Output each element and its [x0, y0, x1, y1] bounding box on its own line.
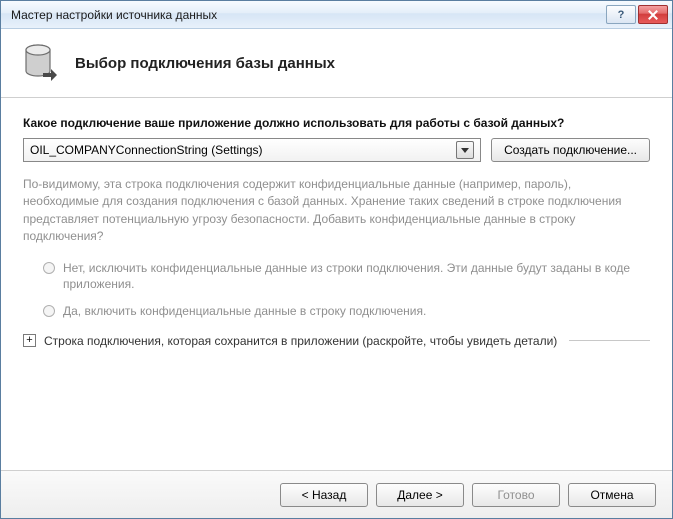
connection-question: Какое подключение ваше приложение должно… — [23, 116, 650, 130]
cancel-button[interactable]: Отмена — [568, 483, 656, 507]
finish-label: Готово — [497, 488, 534, 502]
back-label: < Назад — [302, 488, 347, 502]
close-icon — [648, 10, 658, 20]
connection-dropdown[interactable]: OIL_COMPANYConnectionString (Settings) — [23, 138, 481, 162]
radio-include-row: Да, включить конфиденциальные данные в с… — [43, 303, 650, 320]
expander-divider — [569, 340, 650, 341]
wizard-header: Выбор подключения базы данных — [1, 29, 672, 98]
plus-icon: + — [26, 335, 32, 346]
next-label: Далее > — [397, 488, 443, 502]
expander-toggle[interactable]: + — [23, 334, 36, 347]
titlebar-buttons: ? — [606, 5, 668, 24]
close-button[interactable] — [638, 5, 668, 24]
chevron-down-icon — [461, 148, 469, 153]
titlebar: Мастер настройки источника данных ? — [1, 1, 672, 29]
connection-dropdown-value: OIL_COMPANYConnectionString (Settings) — [30, 143, 456, 157]
help-button[interactable]: ? — [606, 5, 636, 24]
new-connection-label: Создать подключение... — [504, 143, 637, 157]
radio-exclude-row: Нет, исключить конфиденциальные данные и… — [43, 260, 650, 294]
radio-include[interactable] — [43, 305, 55, 317]
dropdown-arrow-button[interactable] — [456, 141, 474, 159]
radio-include-label: Да, включить конфиденциальные данные в с… — [63, 303, 426, 320]
finish-button: Готово — [472, 483, 560, 507]
cancel-label: Отмена — [590, 488, 633, 502]
next-button[interactable]: Далее > — [376, 483, 464, 507]
expander-label: Строка подключения, которая сохранится в… — [44, 334, 557, 348]
database-icon — [23, 43, 59, 83]
wizard-footer: < Назад Далее > Готово Отмена — [1, 470, 672, 518]
back-button[interactable]: < Назад — [280, 483, 368, 507]
connection-row: OIL_COMPANYConnectionString (Settings) С… — [23, 138, 650, 162]
help-icon: ? — [618, 9, 625, 21]
radio-exclude-label: Нет, исключить конфиденциальные данные и… — [63, 260, 650, 294]
page-title: Выбор подключения базы данных — [75, 55, 335, 72]
window-title: Мастер настройки источника данных — [11, 8, 606, 22]
security-info-text: По-видимому, эта строка подключения соде… — [23, 176, 650, 246]
connection-string-expander: + Строка подключения, которая сохранится… — [23, 334, 650, 348]
sensitive-data-radio-group: Нет, исключить конфиденциальные данные и… — [43, 260, 650, 320]
wizard-window: Мастер настройки источника данных ? Выбо… — [0, 0, 673, 519]
new-connection-button[interactable]: Создать подключение... — [491, 138, 650, 162]
wizard-content: Какое подключение ваше приложение должно… — [1, 98, 672, 470]
radio-exclude[interactable] — [43, 262, 55, 274]
